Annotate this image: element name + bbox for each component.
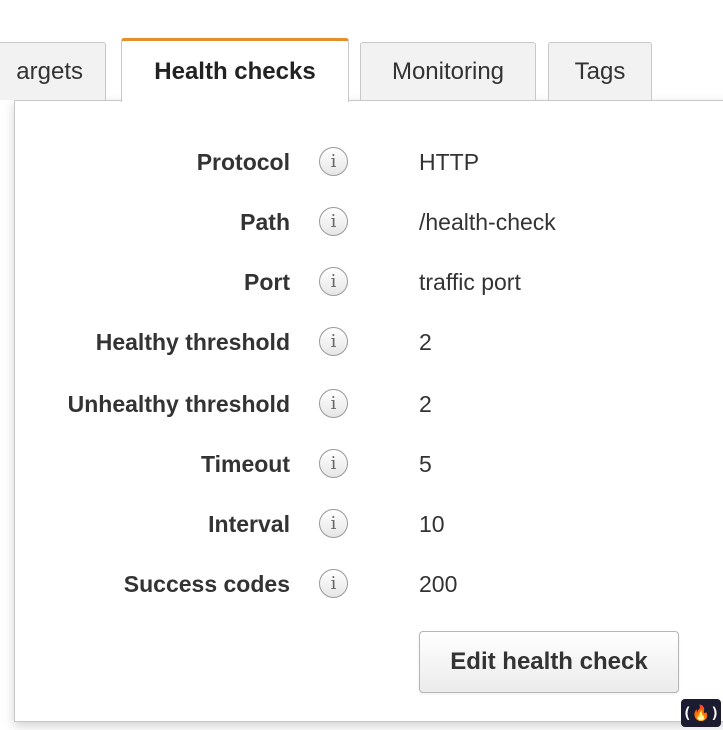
edit-health-check-button[interactable]: Edit health check	[419, 631, 679, 693]
field-row-success-codes: Success codes i 200	[0, 564, 723, 604]
field-row-protocol: Protocol i HTTP	[0, 142, 723, 182]
field-value: 2	[419, 329, 432, 355]
field-value: 5	[419, 451, 432, 477]
field-label: Protocol	[196, 149, 290, 175]
field-label: Interval	[208, 511, 290, 537]
info-icon[interactable]: i	[319, 267, 348, 296]
field-label: Success codes	[123, 571, 290, 597]
info-icon[interactable]: i	[319, 207, 348, 236]
info-icon[interactable]: i	[319, 389, 348, 418]
field-label: Unhealthy threshold	[67, 391, 290, 417]
info-icon[interactable]: i	[319, 147, 348, 176]
field-row-unhealthy-threshold: Unhealthy threshold i 2	[0, 384, 723, 424]
field-row-path: Path i /health-check	[0, 202, 723, 242]
tab-monitoring[interactable]: Monitoring	[360, 42, 536, 100]
info-icon[interactable]: i	[319, 327, 348, 356]
field-value: 200	[419, 571, 458, 597]
field-label: Timeout	[200, 451, 290, 477]
field-label: Healthy threshold	[95, 329, 290, 355]
field-value: 2	[419, 391, 432, 417]
info-icon[interactable]: i	[319, 449, 348, 478]
field-value: HTTP	[419, 149, 480, 175]
info-icon[interactable]: i	[319, 509, 348, 538]
field-value: traffic port	[419, 269, 521, 295]
field-row-port: Port i traffic port	[0, 262, 723, 302]
freecodecamp-logo-icon: (🔥)	[681, 699, 721, 727]
tab-targets[interactable]: argets	[0, 42, 106, 100]
field-label: Port	[244, 269, 290, 295]
tab-bar: argets Health checks Monitoring Tags	[0, 38, 723, 102]
field-row-interval: Interval i 10	[0, 504, 723, 544]
info-icon[interactable]: i	[319, 569, 348, 598]
field-value: 10	[419, 511, 445, 537]
field-value: /health-check	[419, 209, 556, 235]
tab-tags[interactable]: Tags	[548, 42, 652, 100]
field-label: Path	[240, 209, 290, 235]
tab-health-checks[interactable]: Health checks	[121, 38, 349, 102]
field-row-timeout: Timeout i 5	[0, 444, 723, 484]
field-row-healthy-threshold: Healthy threshold i 2	[0, 322, 723, 362]
